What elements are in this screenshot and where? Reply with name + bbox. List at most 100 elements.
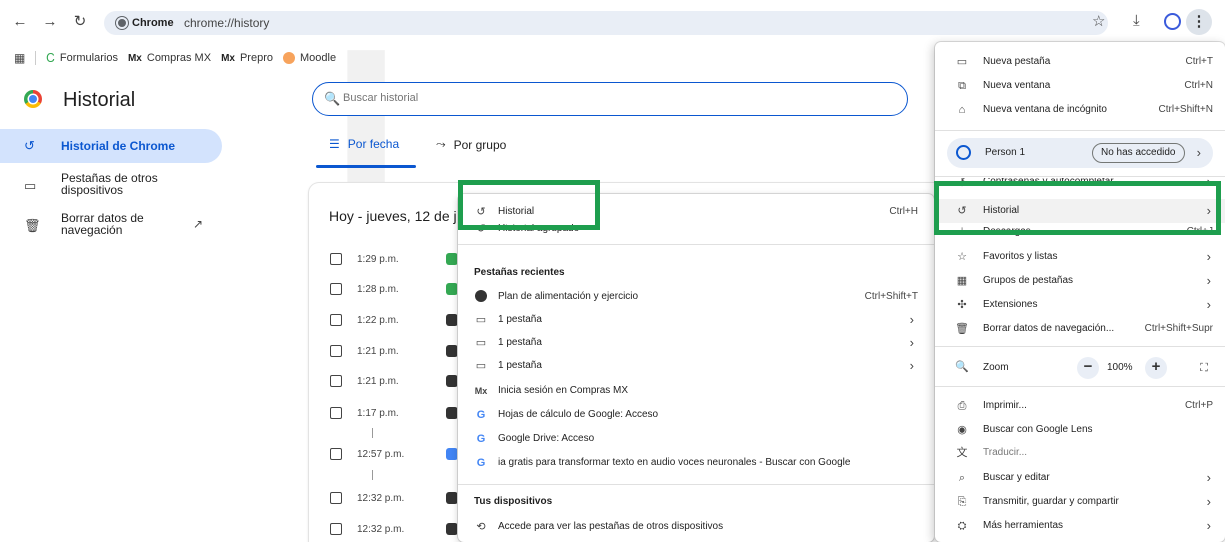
- angular-favicon-icon: [446, 375, 458, 387]
- recent-item[interactable]: ▭ 1 pestaña ›: [458, 355, 934, 377]
- history-row[interactable]: 1:22 p.m.: [330, 312, 470, 328]
- menu-item-more-tools[interactable]: ⛭ Más herramientas ›: [935, 514, 1225, 538]
- row-checkbox[interactable]: [330, 345, 342, 357]
- row-checkbox[interactable]: [330, 283, 342, 295]
- sign-in-status-badge[interactable]: No has accedido: [1092, 143, 1185, 163]
- forward-arrow-icon[interactable]: →: [40, 12, 60, 32]
- window-icon: ▭: [475, 360, 487, 372]
- history-row[interactable]: 12:32 p.m.: [330, 521, 470, 537]
- history-row[interactable]: 1:28 p.m.: [330, 281, 470, 297]
- devices-sign-in-item[interactable]: ⟲ Accede para ver las pestañas de otros …: [458, 516, 934, 538]
- bookmark-compras-mx[interactable]: Mx Compras MX: [128, 52, 211, 64]
- url-text[interactable]: chrome://history: [184, 16, 269, 30]
- recent-item[interactable]: Mx Inicia sesión en Compras MX: [458, 380, 934, 402]
- group-icon: ⤳: [436, 137, 446, 151]
- chevron-right-icon: ›: [1206, 518, 1211, 533]
- bookmark-moodle[interactable]: Moodle: [283, 52, 336, 64]
- menu-item-extensions[interactable]: ✣ Extensiones ›: [935, 293, 1225, 317]
- history-row[interactable]: 1:17 p.m.: [330, 405, 470, 421]
- row-checkbox[interactable]: [330, 375, 342, 387]
- menu-item-google-lens[interactable]: ◉ Buscar con Google Lens: [935, 418, 1225, 442]
- profile-row[interactable]: Person 1 No has accedido ›: [947, 138, 1213, 168]
- menu-item-new-tab[interactable]: ▭ Nueva pestaña Ctrl+T: [935, 50, 1225, 74]
- sidebar-item-chrome-history[interactable]: ↺ Historial de Chrome: [0, 129, 222, 163]
- menu-item-translate[interactable]: 文 Traducir...: [935, 441, 1225, 465]
- history-row[interactable]: 12:32 p.m.: [330, 490, 470, 506]
- history-row[interactable]: 1:21 p.m.: [330, 373, 470, 389]
- site-chip[interactable]: Chrome: [116, 15, 174, 31]
- timeline-connector: [372, 470, 373, 480]
- profile-avatar-icon[interactable]: [1164, 13, 1181, 30]
- menu-item-print[interactable]: ⎙ Imprimir... Ctrl+P: [935, 394, 1225, 418]
- search-input[interactable]: [343, 92, 863, 104]
- menu-item-incognito[interactable]: ⌂ Nueva ventana de incógnito Ctrl+Shift+…: [935, 98, 1225, 122]
- apps-grid-icon[interactable]: ▦: [14, 51, 25, 65]
- chrome-menu-button[interactable]: ⋮: [1186, 9, 1212, 35]
- recent-item[interactable]: ▭ 1 pestaña ›: [458, 309, 934, 331]
- recent-item[interactable]: ▭ 1 pestaña ›: [458, 332, 934, 354]
- zoom-in-button[interactable]: +: [1145, 357, 1167, 379]
- row-checkbox[interactable]: [330, 314, 342, 326]
- bookmark-prepro[interactable]: Mx Prepro: [221, 52, 273, 64]
- download-icon[interactable]: ⤓: [1133, 12, 1140, 29]
- reload-icon[interactable]: ↻: [70, 12, 90, 32]
- visit-time: 1:22 p.m.: [357, 315, 399, 326]
- row-checkbox[interactable]: [330, 492, 342, 504]
- row-checkbox[interactable]: [330, 523, 342, 535]
- back-arrow-icon[interactable]: ←: [10, 12, 30, 32]
- google-icon: G: [476, 409, 486, 421]
- sidebar-item-other-devices[interactable]: ▭ Pestañas de otros dispositivos: [0, 172, 222, 198]
- history-row[interactable]: 1:21 p.m.: [330, 343, 470, 359]
- row-checkbox[interactable]: [330, 253, 342, 265]
- tab-by-group[interactable]: ⤳ Por grupo: [436, 137, 506, 152]
- menu-separator: [935, 346, 1225, 347]
- day-heading: Hoy - jueves, 12 de ju: [329, 208, 465, 224]
- menu-item-label: Zoom: [983, 362, 1009, 373]
- fullscreen-icon[interactable]: ⛶: [1193, 357, 1215, 379]
- menu-item-find-edit[interactable]: ⌕ Buscar y editar ›: [935, 466, 1225, 490]
- visit-time: 1:21 p.m.: [357, 346, 399, 357]
- history-submenu: ↺ Historial Ctrl+H ↺ Historial agrupado …: [458, 194, 934, 542]
- menu-item-label: Buscar con Google Lens: [983, 424, 1093, 435]
- menu-item-label: 1 pestaña: [498, 314, 542, 325]
- menu-item-tab-groups[interactable]: ▦ Grupos de pestañas ›: [935, 269, 1225, 293]
- chevron-right-icon: ›: [909, 358, 914, 373]
- bookmark-label: Compras MX: [146, 52, 212, 64]
- tab-by-date[interactable]: ☰ Por fecha: [329, 137, 399, 151]
- chevron-right-icon: ›: [909, 335, 914, 350]
- menu-item-cast-save-share[interactable]: ⎘ Transmitir, guardar y compartir ›: [935, 490, 1225, 514]
- menu-item-favorites[interactable]: ☆ Favoritos y listas ›: [935, 245, 1225, 269]
- sidebar-item-clear-data[interactable]: 🗑 Borrar datos de navegación ↗: [0, 212, 222, 238]
- menu-item-label: 1 pestaña: [498, 360, 542, 371]
- your-devices-heading: Tus dispositivos: [474, 496, 553, 507]
- site-favicon-icon: [474, 290, 488, 304]
- history-search-box[interactable]: 🔍: [312, 82, 908, 116]
- bookmark-formularios[interactable]: Ꮯ Formularios: [46, 51, 118, 66]
- chevron-right-icon: ›: [1206, 273, 1211, 288]
- menu-item-new-window[interactable]: ⧉ Nueva ventana Ctrl+N: [935, 74, 1225, 98]
- toolbox-icon: ⛭: [957, 520, 967, 532]
- row-checkbox[interactable]: [330, 407, 342, 419]
- history-row[interactable]: 1:29 p.m.: [330, 251, 470, 267]
- recent-item[interactable]: G Google Drive: Acceso: [458, 428, 934, 450]
- chrome-icon: [116, 17, 128, 29]
- angular-favicon-icon: [446, 492, 458, 504]
- bookmark-star-icon[interactable]: ☆: [1092, 12, 1105, 30]
- menu-item-label: Extensiones: [983, 299, 1038, 310]
- profile-icon: [956, 145, 971, 160]
- address-bar[interactable]: Chrome chrome://history: [104, 11, 1108, 35]
- recent-item[interactable]: G ia gratis para transformar texto en au…: [458, 452, 934, 474]
- menu-item-clear-data[interactable]: 🗑 Borrar datos de navegación... Ctrl+Shi…: [935, 317, 1225, 341]
- visit-time: 12:32 p.m.: [357, 493, 405, 504]
- translate-icon: 文: [956, 447, 968, 459]
- page-title: Historial: [63, 89, 136, 111]
- menu-item-label: Hojas de cálculo de Google: Acceso: [498, 409, 659, 420]
- history-row[interactable]: 12:57 p.m.: [330, 446, 470, 462]
- row-checkbox[interactable]: [330, 448, 342, 460]
- recent-item[interactable]: Plan de alimentación y ejercicio Ctrl+Sh…: [458, 286, 934, 308]
- recent-item[interactable]: G Hojas de cálculo de Google: Acceso: [458, 404, 934, 426]
- formularios-favicon-icon: [446, 283, 458, 295]
- menu-item-label: Plan de alimentación y ejercicio: [498, 291, 639, 302]
- zoom-out-button[interactable]: −: [1077, 357, 1099, 379]
- find-icon: ⌕: [958, 472, 966, 484]
